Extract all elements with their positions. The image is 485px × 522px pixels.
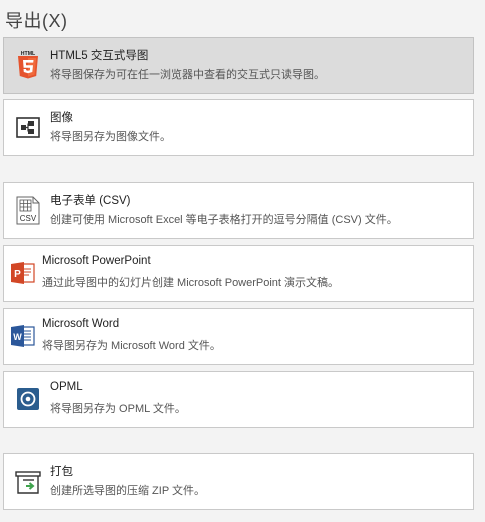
html5-icon: HTML: [14, 50, 42, 80]
opml-icon: [14, 384, 42, 414]
export-html5-option[interactable]: HTML HTML5 交互式导图 将导图保存为可在任一浏览器中查看的交互式只读导…: [3, 37, 474, 94]
export-package-option[interactable]: 打包 创建所选导图的压缩 ZIP 文件。: [3, 453, 474, 510]
option-name: Microsoft PowerPoint: [42, 255, 151, 267]
package-icon: [14, 466, 42, 496]
option-description: 创建可使用 Microsoft Excel 等电子表格打开的逗号分隔值 (CSV…: [50, 214, 398, 226]
option-name: HTML5 交互式导图: [50, 50, 149, 62]
word-icon-text: W: [13, 332, 22, 342]
option-description: 创建所选导图的压缩 ZIP 文件。: [50, 485, 206, 497]
option-description: 通过此导图中的幻灯片创建 Microsoft PowerPoint 演示文稿。: [42, 277, 340, 289]
powerpoint-icon: P: [9, 258, 37, 288]
html5-icon-text: HTML: [21, 51, 36, 57]
option-description: 将导图保存为可在任一浏览器中查看的交互式只读导图。: [50, 69, 325, 81]
csv-icon: CSV: [14, 195, 42, 225]
option-name: Microsoft Word: [42, 318, 120, 330]
option-description: 将导图另存为 Microsoft Word 文件。: [42, 340, 221, 352]
csv-icon-text: CSV: [20, 214, 37, 223]
export-word-option[interactable]: W Microsoft Word 将导图另存为 Microsoft Word 文…: [3, 308, 474, 365]
word-icon: W: [9, 321, 37, 351]
option-description: 将导图另存为图像文件。: [50, 131, 171, 143]
powerpoint-icon-text: P: [14, 269, 21, 280]
export-powerpoint-option[interactable]: P Microsoft PowerPoint 通过此导图中的幻灯片创建 Micr…: [3, 245, 474, 302]
option-name: 电子表单 (CSV): [50, 195, 131, 207]
option-name: OPML: [50, 381, 83, 393]
export-opml-option[interactable]: OPML 将导图另存为 OPML 文件。: [3, 371, 474, 428]
option-name: 打包: [50, 466, 73, 478]
page-title: 导出(X): [5, 11, 68, 31]
option-description: 将导图另存为 OPML 文件。: [50, 403, 186, 415]
option-name: 图像: [50, 112, 73, 124]
export-image-option[interactable]: 图像 将导图另存为图像文件。: [3, 99, 474, 156]
image-export-icon: [14, 112, 42, 142]
export-csv-option[interactable]: CSV 电子表单 (CSV) 创建可使用 Microsoft Excel 等电子…: [3, 182, 474, 239]
